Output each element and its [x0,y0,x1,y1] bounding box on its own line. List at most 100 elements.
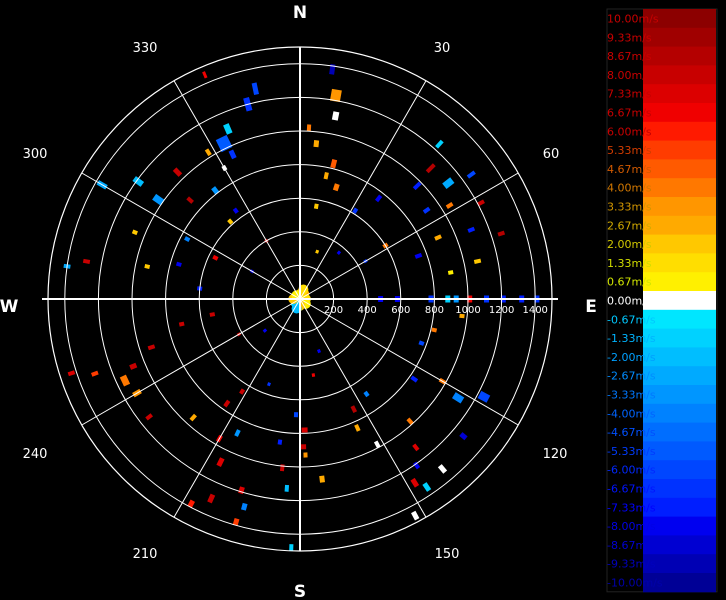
velocity-bin [212,254,219,261]
legend-label: -3.33m/s [607,389,656,402]
velocity-bin [306,124,312,132]
range-label: 1000 [455,305,480,316]
azimuth-spoke [299,298,427,518]
legend-swatch [643,27,716,48]
velocity-bin [477,390,491,403]
azimuth-spoke [173,80,301,300]
azimuth-label-300: 300 [23,147,48,162]
legend-swatch [643,291,716,311]
velocity-bin [363,390,370,398]
legend-label: -1.33m/s [607,332,656,345]
legend-label: 6.00m/s [607,125,652,138]
velocity-bin [239,388,246,395]
velocity-bin [313,140,320,148]
cardinal-west: W [0,297,19,317]
azimuth-label-60: 60 [543,147,560,162]
legend-label: -2.00m/s [607,351,656,364]
velocity-bin [431,327,438,333]
legend-swatch [643,215,716,236]
legend-label: 7.33m/s [607,88,652,101]
velocity-bin [425,163,436,174]
velocity-bin [267,382,271,387]
velocity-bin [184,236,191,242]
legend-label: 5.33m/s [607,144,652,157]
velocity-bin [317,348,321,354]
legend-swatch [643,159,716,179]
legend-label: -8.00m/s [607,520,656,533]
legend-label: -9.33m/s [607,558,656,571]
velocity-bin [412,181,422,191]
velocity-bin [131,229,138,236]
legend-label: 0.00m/s [607,295,652,308]
velocity-bin [410,477,420,488]
legend-swatch [643,121,716,142]
legend-label: -6.00m/s [607,464,656,477]
velocity-bin [445,202,454,209]
legend-label: 3.33m/s [607,201,652,214]
velocity-bin [437,464,448,474]
legend-swatch [643,253,716,273]
velocity-bin [147,344,156,351]
velocity-bin [311,373,316,378]
azimuth-spoke [81,298,301,426]
velocity-bin [414,252,423,259]
velocity-bin [319,475,325,483]
velocity-bin [211,186,220,195]
velocity-bin [279,464,285,472]
velocity-bin [418,340,425,346]
range-label: 400 [358,305,377,316]
velocity-bin [67,370,76,377]
velocity-bin [466,170,476,179]
azimuth-spoke [299,172,519,300]
velocity-bin [434,234,442,241]
velocity-bin [186,196,194,204]
legend-label: -0.67m/s [607,313,656,326]
velocity-bin [228,149,237,160]
legend-label: -4.00m/s [607,407,656,420]
azimuth-label-30: 30 [434,41,451,56]
velocity-bin [435,139,444,149]
velocity-bin [336,250,342,255]
velocity-bin [207,493,216,504]
legend-label: -6.67m/s [607,483,656,496]
legend-swatch [643,178,716,198]
velocity-bin [172,167,183,177]
azimuth-spoke [299,298,519,426]
legend-label: -5.33m/s [607,445,656,458]
velocity-bin [330,159,338,169]
velocity-bin [315,249,320,254]
legend-label: 8.67m/s [607,50,652,63]
velocity-bin [323,172,329,180]
velocity-bin [303,452,308,458]
legend-swatch [643,140,716,160]
velocity-bin [447,270,454,275]
velocity-bin [223,399,231,408]
velocity-bin [119,374,131,387]
legend-swatch [643,234,716,254]
velocity-bin [422,482,432,492]
velocity-bin [301,427,308,433]
velocity-bin [232,207,239,214]
velocity-bin [241,502,248,511]
velocity-bin [91,370,99,377]
legend-swatch [643,103,716,123]
azimuth-spoke [299,80,427,300]
velocity-bin [234,429,241,437]
legend-swatch [643,197,716,217]
velocity-bin [354,423,361,432]
legend-label: -2.67m/s [607,370,656,383]
velocity-bin [82,258,91,264]
velocity-bin [412,443,420,452]
azimuth-label-120: 120 [543,447,568,462]
velocity-bin [473,258,482,264]
legend-label: 9.33m/s [607,31,652,44]
color-legend: 10.00m/s 9.33m/s 8.67m/s 8.00m/s 7.33m/s 6.67… [606,8,718,593]
polar-grid [42,46,558,552]
velocity-bin [178,321,185,327]
polar-plot: 200 400 600 800 1000 1200 1400 30 60 120 150 2… [0,3,597,600]
azimuth-label-210: 210 [133,547,158,562]
velocity-bin [452,392,465,404]
range-label: 600 [391,305,410,316]
radar-chart: 200 400 600 800 1000 1200 1400 30 60 120 150 2… [0,3,718,600]
legend-label: 1.33m/s [607,257,652,270]
